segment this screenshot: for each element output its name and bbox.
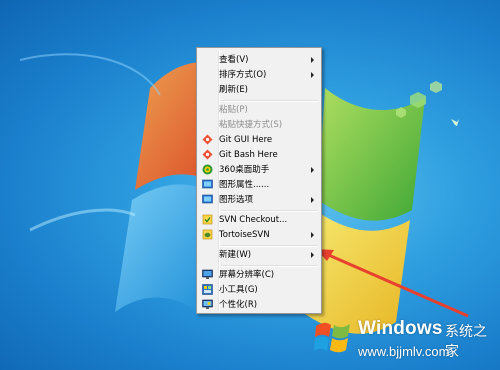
- menu-item-label: 小工具(G): [219, 285, 258, 295]
- screen-resolution-icon: [202, 269, 213, 279]
- git-bash-icon: [202, 149, 213, 160]
- menu-item-label: 360桌面助手: [219, 165, 270, 175]
- menu-item-git-bash[interactable]: Git Bash Here: [199, 148, 319, 162]
- desktop[interactable]: 查看(V) 排序方式(O) 刷新(E) 粘贴(P) 粘贴快捷方式(S) Git …: [0, 0, 500, 370]
- menu-item-sort-by[interactable]: 排序方式(O): [199, 68, 319, 82]
- menu-separator: [221, 210, 318, 212]
- menu-item-label: 个性化(R): [219, 300, 258, 310]
- windows-logo-icon: [314, 322, 350, 353]
- submenu-arrow-icon: [311, 72, 314, 78]
- tortoisesvn-icon: [202, 229, 213, 240]
- menu-item-label: 图形选项: [219, 195, 254, 205]
- menu-item-screen-resolution[interactable]: 屏幕分辨率(C): [199, 268, 319, 282]
- menu-item-label: Git GUI Here: [219, 135, 273, 145]
- menu-item-label: Git Bash Here: [219, 150, 278, 160]
- menu-item-personalize[interactable]: 个性化(R): [199, 298, 319, 312]
- menu-item-label: 粘贴快捷方式(S): [219, 120, 283, 130]
- graphics-properties-icon: [202, 179, 213, 189]
- menu-item-label: 刷新(E): [219, 85, 249, 95]
- menu-item-view[interactable]: 查看(V): [199, 53, 319, 67]
- submenu-arrow-icon: [311, 167, 314, 173]
- menu-item-label: 图形属性......: [219, 180, 270, 190]
- menu-item-gadgets[interactable]: 小工具(G): [199, 283, 319, 297]
- menu-item-label: 屏幕分辨率(C): [219, 270, 275, 280]
- menu-item-label: TortoiseSVN: [219, 230, 270, 240]
- 360-icon: [202, 164, 213, 175]
- submenu-arrow-icon: [311, 197, 314, 203]
- menu-item-tortoisesvn[interactable]: TortoiseSVN: [199, 228, 319, 242]
- menu-item-360-desktop[interactable]: 360桌面助手: [199, 163, 319, 177]
- gadgets-icon: [202, 284, 213, 295]
- menu-item-label: 粘贴(P): [219, 105, 248, 115]
- menu-separator: [221, 100, 318, 102]
- menu-item-paste[interactable]: 粘贴(P): [199, 103, 319, 117]
- submenu-arrow-icon: [311, 57, 314, 63]
- watermark-url: www.bjjmlv.com: [358, 344, 450, 359]
- menu-item-label: 排序方式(O): [219, 70, 267, 80]
- menu-item-graphics-properties[interactable]: 图形属性......: [199, 178, 319, 192]
- menu-item-label: 新建(W): [219, 250, 252, 260]
- submenu-arrow-icon: [311, 232, 314, 238]
- menu-separator: [221, 245, 318, 247]
- svn-checkout-icon: [202, 214, 213, 225]
- graphics-options-icon: [202, 194, 213, 204]
- submenu-arrow-icon: [311, 252, 314, 258]
- menu-item-svn-checkout[interactable]: SVN Checkout...: [199, 213, 319, 227]
- menu-item-graphics-options[interactable]: 图形选项: [199, 193, 319, 207]
- menu-item-paste-shortcut[interactable]: 粘贴快捷方式(S): [199, 118, 319, 132]
- git-gui-icon: [202, 134, 213, 145]
- menu-item-new[interactable]: 新建(W): [199, 248, 319, 262]
- menu-item-git-gui[interactable]: Git GUI Here: [199, 133, 319, 147]
- watermark-title: Windows: [358, 318, 443, 339]
- desktop-context-menu: 查看(V) 排序方式(O) 刷新(E) 粘贴(P) 粘贴快捷方式(S) Git …: [196, 47, 322, 314]
- menu-item-label: SVN Checkout...: [219, 215, 288, 225]
- site-watermark: Windows 系统之家 www.bjjmlv.com: [308, 312, 498, 364]
- menu-separator: [221, 265, 318, 267]
- menu-item-label: 查看(V): [219, 55, 249, 65]
- personalize-icon: [202, 299, 213, 309]
- watermark-subtitle: 系统之家: [445, 324, 487, 360]
- menu-item-refresh[interactable]: 刷新(E): [199, 83, 319, 97]
